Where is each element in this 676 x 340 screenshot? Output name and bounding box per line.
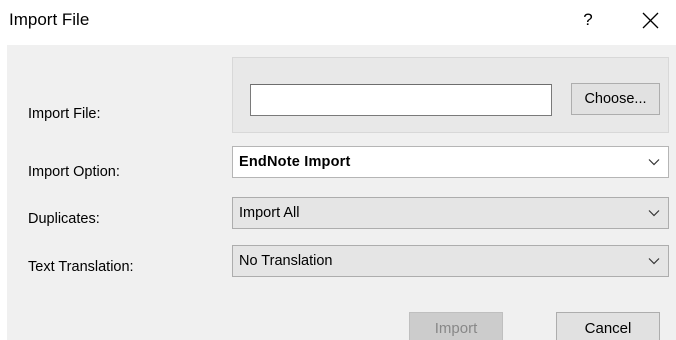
chevron-down-icon bbox=[648, 159, 660, 166]
choose-button[interactable]: Choose... bbox=[571, 83, 660, 115]
import-file-input[interactable] bbox=[250, 84, 552, 116]
import-option-label: Import Option: bbox=[28, 164, 120, 180]
duplicates-label: Duplicates: bbox=[28, 211, 100, 227]
help-icon: ? bbox=[583, 10, 593, 29]
import-file-dialog: Import File ? Import File: Choose... Imp… bbox=[0, 0, 676, 340]
duplicates-value: Import All bbox=[239, 205, 300, 221]
close-icon bbox=[642, 12, 658, 28]
import-button[interactable]: Import bbox=[409, 312, 503, 340]
text-translation-select[interactable]: No Translation bbox=[232, 245, 669, 277]
file-picker-group: Choose... bbox=[232, 57, 669, 133]
title-bar: Import File ? bbox=[0, 0, 676, 44]
window-title: Import File bbox=[9, 10, 90, 29]
import-option-value: EndNote Import bbox=[239, 154, 351, 170]
chevron-down-icon bbox=[648, 210, 660, 217]
dialog-body: Import File: Choose... Import Option: En… bbox=[7, 45, 676, 340]
duplicates-select[interactable]: Import All bbox=[232, 197, 669, 229]
import-file-label: Import File: bbox=[28, 106, 101, 122]
text-translation-value: No Translation bbox=[239, 253, 333, 269]
close-button[interactable] bbox=[628, 2, 672, 38]
import-option-select[interactable]: EndNote Import bbox=[232, 146, 669, 178]
cancel-button[interactable]: Cancel bbox=[556, 312, 660, 340]
text-translation-label: Text Translation: bbox=[28, 259, 134, 275]
chevron-down-icon bbox=[648, 258, 660, 265]
help-button[interactable]: ? bbox=[566, 2, 610, 38]
